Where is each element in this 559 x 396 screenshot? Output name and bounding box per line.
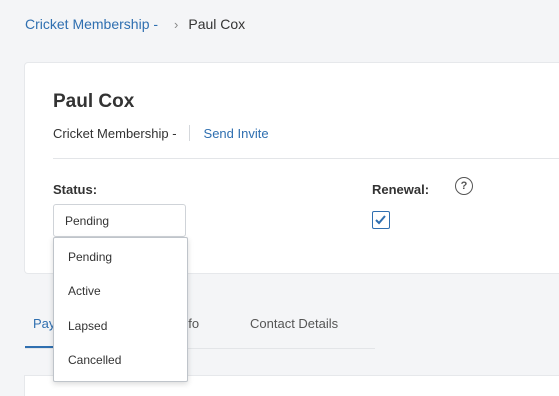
- status-option-cancelled[interactable]: Cancelled: [68, 353, 121, 367]
- chevron-right-icon: ›: [174, 16, 179, 32]
- status-dropdown-menu: Pending Active Lapsed Cancelled: [53, 237, 188, 382]
- send-invite-link[interactable]: Send Invite: [204, 126, 269, 141]
- help-icon[interactable]: ?: [455, 177, 473, 195]
- status-option-active[interactable]: Active: [68, 284, 101, 298]
- tab-contact-details[interactable]: Contact Details: [250, 316, 338, 331]
- member-name: Paul Cox: [53, 91, 135, 112]
- checkmark-icon: [375, 215, 386, 225]
- divider: [188, 125, 190, 141]
- renewal-label: Renewal:: [372, 182, 430, 197]
- status-select[interactable]: Pending: [53, 204, 186, 237]
- breadcrumb: Cricket Membership - › Paul Cox: [25, 16, 245, 32]
- renewal-checkbox[interactable]: [372, 211, 390, 229]
- active-tab-indicator: [25, 346, 53, 348]
- breadcrumb-current: Paul Cox: [188, 16, 246, 32]
- membership-type: Cricket Membership -: [53, 125, 177, 141]
- section-divider: [53, 158, 559, 159]
- status-option-lapsed[interactable]: Lapsed: [68, 319, 107, 333]
- status-option-pending[interactable]: Pending: [68, 250, 112, 264]
- breadcrumb-link-membership[interactable]: Cricket Membership -: [25, 16, 158, 32]
- status-label: Status:: [53, 182, 98, 197]
- member-subtitle: Cricket Membership - Send Invite: [53, 125, 269, 141]
